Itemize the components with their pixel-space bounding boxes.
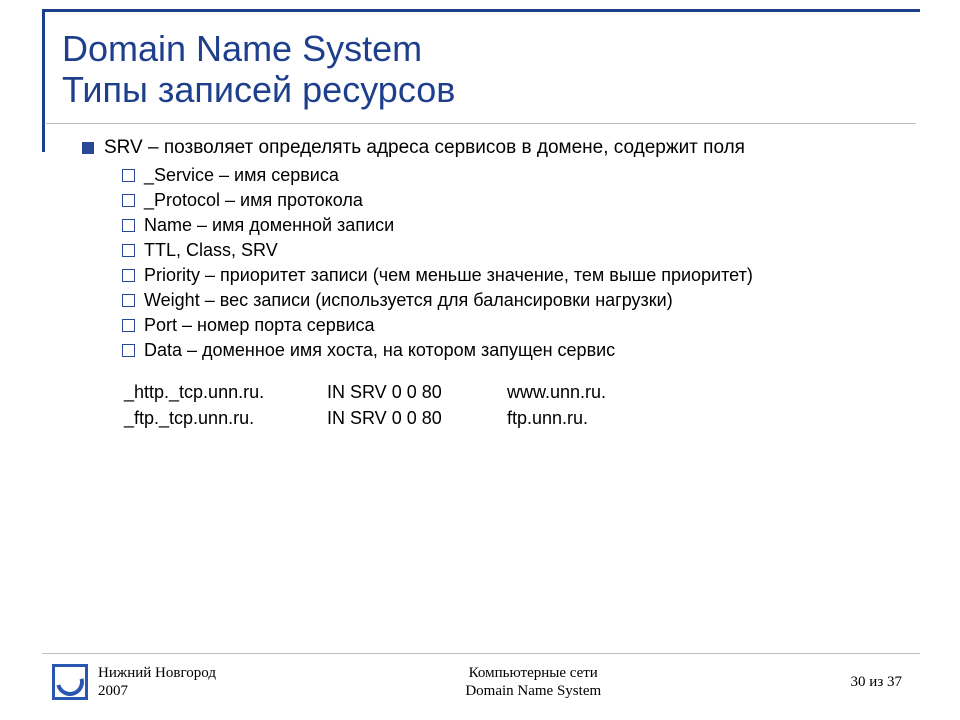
accent-bar [42, 12, 45, 152]
slide-title: Domain Name System Типы записей ресурсов [42, 12, 920, 117]
bullet-main: SRV – позволяет определять адреса сервис… [82, 136, 906, 431]
sub-item-text: Data – доменное имя хоста, на котором за… [144, 340, 615, 360]
example-row: _ftp._tcp.unn.ru. IN SRV 0 0 80 ftp.unn.… [124, 406, 906, 431]
example-record: IN SRV 0 0 80 [327, 380, 499, 405]
sub-item: Port – номер порта сервиса [122, 314, 906, 337]
footer-page: 30 из 37 [851, 674, 906, 691]
sub-item: _Service – имя сервиса [122, 164, 906, 187]
unn-logo-icon [52, 664, 88, 700]
example-target: www.unn.ru. [507, 380, 606, 405]
example-name: _http._tcp.unn.ru. [124, 380, 319, 405]
bullet-sublist: _Service – имя сервиса _Protocol – имя п… [104, 164, 906, 362]
sub-item-text: Port – номер порта сервиса [144, 315, 374, 335]
sub-item: Weight – вес записи (используется для ба… [122, 289, 906, 312]
sub-item: Name – имя доменной записи [122, 214, 906, 237]
slide-footer: Нижний Новгород 2007 Компьютерные сети D… [42, 653, 920, 702]
footer-topic: Domain Name System [216, 682, 851, 701]
bullet-main-text: SRV – позволяет определять адреса сервис… [104, 137, 745, 158]
footer-left: Нижний Новгород 2007 [52, 664, 216, 700]
footer-year: 2007 [98, 682, 216, 700]
example-target: ftp.unn.ru. [507, 406, 588, 431]
title-line-1: Domain Name System [62, 28, 422, 69]
bullet-list: SRV – позволяет определять адреса сервис… [82, 136, 906, 431]
sub-item: Data – доменное имя хоста, на котором за… [122, 339, 906, 362]
sub-item-text: _Protocol – имя протокола [144, 190, 363, 210]
example-row: _http._tcp.unn.ru. IN SRV 0 0 80 www.unn… [124, 380, 906, 405]
examples-block: _http._tcp.unn.ru. IN SRV 0 0 80 www.unn… [124, 380, 906, 430]
example-name: _ftp._tcp.unn.ru. [124, 406, 319, 431]
sub-item-text: Name – имя доменной записи [144, 215, 394, 235]
footer-city: Нижний Новгород [98, 664, 216, 682]
title-line-2: Типы записей ресурсов [62, 69, 910, 110]
footer-center: Компьютерные сети Domain Name System [216, 664, 851, 702]
footer-course: Компьютерные сети [216, 664, 851, 683]
sub-item-text: TTL, Class, SRV [144, 240, 278, 260]
sub-item-text: Priority – приоритет записи (чем меньше … [144, 265, 753, 285]
sub-item-text: Weight – вес записи (используется для ба… [144, 290, 673, 310]
slide-content: SRV – позволяет определять адреса сервис… [42, 124, 920, 431]
slide: Domain Name System Типы записей ресурсов… [42, 9, 920, 711]
sub-item: TTL, Class, SRV [122, 239, 906, 262]
sub-item: Priority – приоритет записи (чем меньше … [122, 264, 906, 287]
footer-location: Нижний Новгород 2007 [98, 664, 216, 700]
sub-item-text: _Service – имя сервиса [144, 165, 339, 185]
example-record: IN SRV 0 0 80 [327, 406, 499, 431]
sub-item: _Protocol – имя протокола [122, 189, 906, 212]
